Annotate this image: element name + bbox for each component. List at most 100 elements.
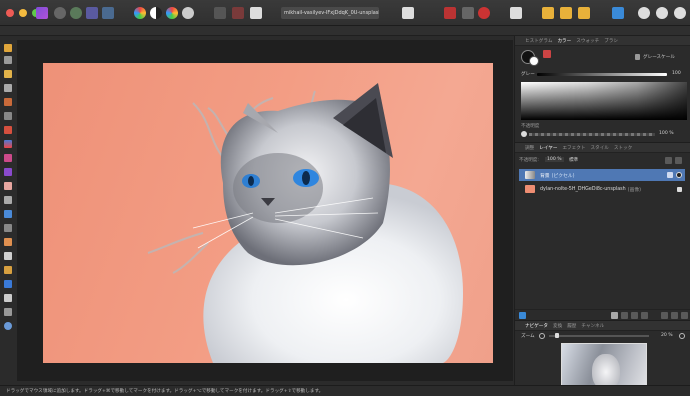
tone-mapping-persona-icon[interactable] — [86, 7, 98, 19]
color-panel: ヒストグラム カラー スウォッチ ブラシ グレースケール グレー 100 不透明… — [515, 36, 690, 142]
gray-value[interactable]: 100 — [672, 71, 681, 76]
layer-row-selected[interactable]: 背景 (ピクセル) — [519, 169, 685, 181]
split-view-icon[interactable] — [656, 7, 668, 19]
selection-brush-icon[interactable] — [4, 98, 12, 106]
opacity-knob-icon[interactable] — [521, 131, 527, 137]
shape-tool-icon[interactable] — [4, 280, 12, 288]
invert-selection-icon[interactable] — [250, 7, 262, 19]
layer-opacity-value[interactable]: 100 % — [545, 157, 564, 162]
layer-settings-icon[interactable] — [675, 157, 682, 164]
tab-swatches[interactable]: スウォッチ — [576, 38, 599, 44]
zoom-in-icon[interactable] — [679, 333, 685, 339]
document-canvas[interactable] — [43, 63, 493, 363]
color-mode-select[interactable]: グレースケール — [643, 54, 675, 60]
erase-brush-icon[interactable] — [4, 182, 12, 190]
group-icon[interactable] — [641, 312, 648, 319]
white-balance-icon[interactable] — [182, 7, 194, 19]
marquee-tool-icon[interactable] — [4, 112, 12, 120]
tab-effects[interactable]: エフェクト — [562, 145, 585, 151]
layers-panel: 調整 レイヤー エフェクト スタイル ストック 不透明度: 100 % 標準 背… — [515, 142, 690, 320]
develop-persona-icon[interactable] — [70, 7, 82, 19]
hand-tool-icon[interactable] — [4, 44, 12, 52]
deselect-icon[interactable] — [232, 7, 244, 19]
patch-tool-icon[interactable] — [4, 224, 12, 232]
insert-above-icon[interactable] — [578, 7, 590, 19]
color-spectrum[interactable] — [521, 82, 687, 120]
tab-histogram[interactable]: ヒストグラム — [525, 38, 552, 44]
tab-styles[interactable]: スタイル — [590, 145, 608, 151]
liquify-persona-icon[interactable] — [54, 7, 66, 19]
layer-options-icon[interactable] — [665, 157, 672, 164]
auto-contrast-icon[interactable] — [150, 7, 162, 19]
affinity-photo-window: mikhail-vasilyev-IFxjDdqK_0U-unsplash ヒス… — [0, 0, 690, 396]
arrange-icon[interactable] — [462, 7, 474, 19]
red-eye-tool-icon[interactable] — [4, 252, 12, 260]
zoom-slider-handle[interactable] — [555, 333, 559, 338]
auto-levels-icon[interactable] — [166, 7, 178, 19]
insert-inside-icon[interactable] — [542, 7, 554, 19]
right-panels: ヒストグラム カラー スウォッチ ブラシ グレースケール グレー 100 不透明… — [514, 36, 690, 396]
paint-brush-icon[interactable] — [4, 154, 12, 162]
adjustment-icon[interactable] — [621, 312, 628, 319]
export-persona-icon[interactable] — [102, 7, 114, 19]
tab-navigator[interactable]: ナビゲータ — [525, 323, 548, 329]
mirror-view-icon[interactable] — [674, 7, 686, 19]
folder-icon[interactable] — [661, 312, 668, 319]
tab-channels[interactable]: チャンネル — [581, 323, 604, 329]
zoom-value[interactable]: 20 % — [661, 333, 673, 338]
view-tool-icon[interactable] — [4, 322, 12, 330]
delete-layer-icon[interactable] — [681, 312, 688, 319]
clone-brush-icon[interactable] — [4, 210, 12, 218]
lock-icon[interactable] — [635, 54, 640, 60]
tab-history[interactable]: 履歴 — [567, 323, 576, 329]
tab-brushes[interactable]: ブラシ — [604, 38, 618, 44]
gray-slider[interactable] — [537, 73, 667, 76]
stroke-color-well[interactable] — [529, 56, 539, 66]
layer-name: dylan-nolte-5H_DHGeDi8c-unsplash — [540, 186, 626, 192]
document-tab[interactable]: mikhail-vasilyev-IFxjDdqK_0U-unsplash — [281, 7, 379, 19]
layer-row[interactable]: dylan-nolte-5H_DHGeDi8c-unsplash (画像) — [519, 183, 685, 195]
tab-layers[interactable]: レイヤー — [539, 145, 557, 151]
opacity-slider[interactable] — [529, 133, 655, 136]
window-controls — [6, 8, 40, 17]
tab-transform[interactable]: 変換 — [553, 323, 562, 329]
insert-behind-icon[interactable] — [560, 7, 572, 19]
zoom-tool-icon[interactable] — [4, 308, 12, 316]
quick-mask-icon[interactable] — [402, 7, 414, 19]
zoom-out-icon[interactable] — [539, 333, 545, 339]
opacity-value[interactable]: 100 % — [659, 131, 674, 136]
visibility-icon[interactable] — [677, 186, 682, 192]
lock-icon[interactable] — [667, 172, 673, 178]
tab-color[interactable]: カラー — [557, 38, 571, 44]
blemish-tool-icon[interactable] — [4, 238, 12, 246]
layer-stack-icon[interactable] — [519, 312, 526, 319]
zoom-slider[interactable] — [549, 335, 649, 337]
eyedropper-icon[interactable] — [543, 50, 551, 58]
record-macro-icon[interactable] — [478, 7, 490, 19]
smudge-brush-icon[interactable] — [4, 266, 12, 274]
move-tool-icon[interactable] — [4, 56, 12, 64]
auto-color-icon[interactable] — [134, 7, 146, 19]
color-picker-tool-icon[interactable] — [4, 70, 12, 78]
snapping-icon[interactable] — [510, 7, 522, 19]
flood-fill-icon[interactable] — [4, 140, 12, 148]
close-window-button[interactable] — [6, 8, 14, 17]
mask-icon[interactable] — [611, 312, 618, 319]
live-filter-icon[interactable] — [631, 312, 638, 319]
crop-tool-icon[interactable] — [4, 84, 12, 92]
view-mode-icon[interactable] — [638, 7, 650, 19]
tab-stock[interactable]: ストック — [614, 145, 632, 151]
text-tool-icon[interactable] — [4, 294, 12, 302]
refine-selection-icon[interactable] — [444, 7, 456, 19]
add-layer-icon[interactable] — [671, 312, 678, 319]
blend-mode-select[interactable]: 標準 — [569, 157, 578, 163]
dodge-brush-icon[interactable] — [4, 196, 12, 204]
selection-mode-icon[interactable] — [214, 7, 226, 19]
color-replacement-icon[interactable] — [4, 168, 12, 176]
freehand-selection-icon[interactable] — [4, 126, 12, 134]
tab-adjustments[interactable]: 調整 — [525, 145, 534, 151]
assistant-icon[interactable] — [612, 7, 624, 19]
visibility-icon[interactable] — [676, 172, 682, 178]
photo-persona-icon[interactable] — [36, 7, 48, 19]
minimize-window-button[interactable] — [19, 8, 27, 17]
